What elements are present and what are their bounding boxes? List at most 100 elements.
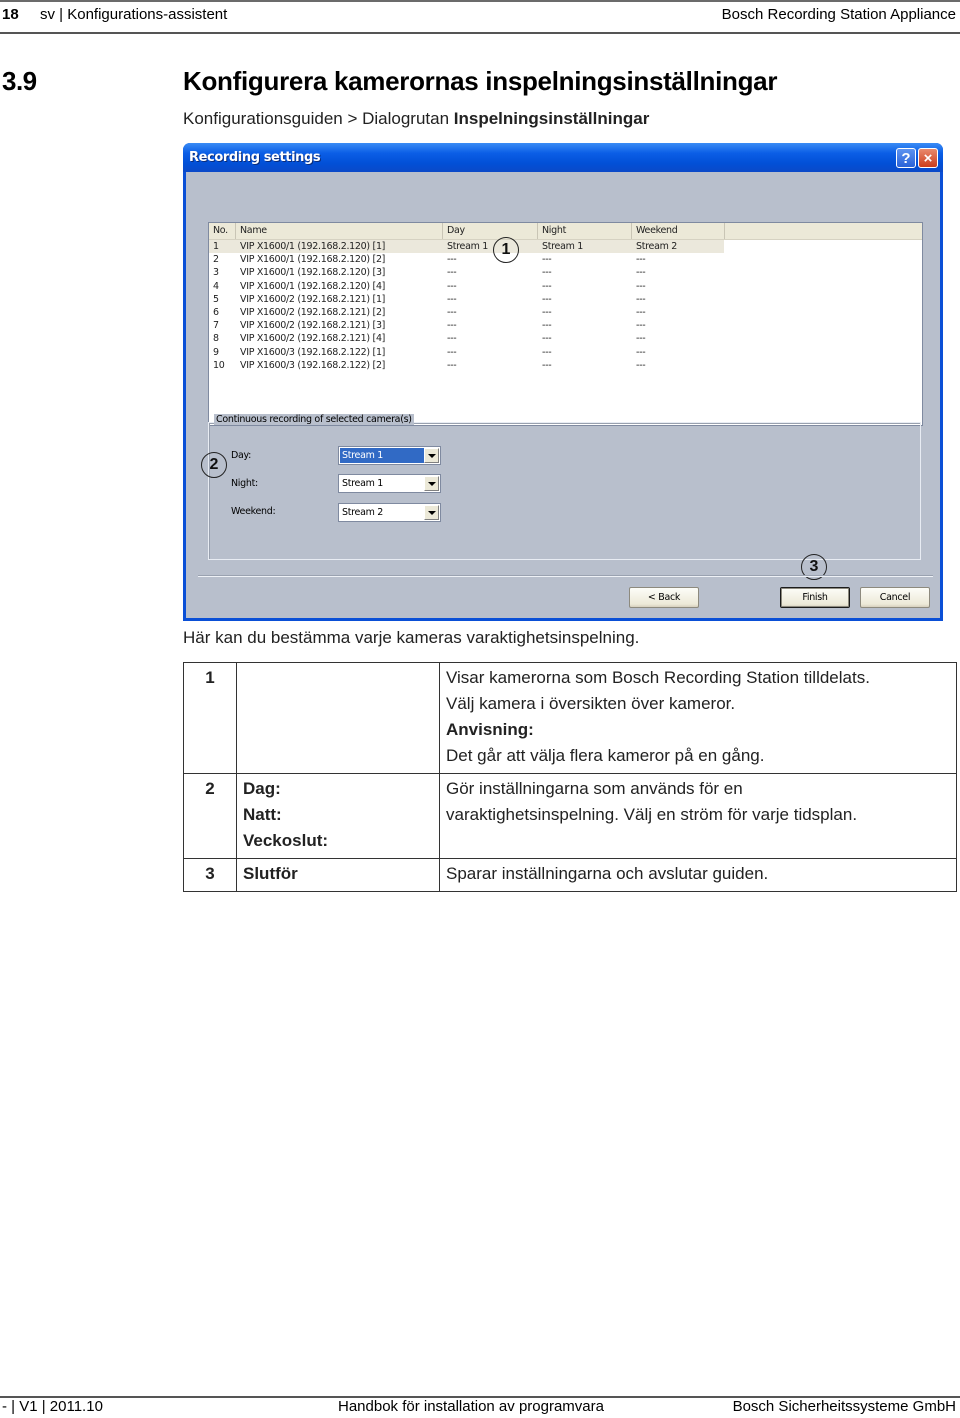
group-legend: Continuous recording of selected camera(…: [214, 414, 414, 425]
cell-day: ---: [447, 254, 457, 266]
cell-name: VIP X1600/2 (192.168.2.121) [3]: [240, 320, 386, 332]
cell-day: ---: [447, 333, 457, 345]
cell-weekend: ---: [636, 307, 646, 318]
cell-night: ---: [542, 267, 552, 279]
column-header-weekend[interactable]: Weekend: [632, 223, 725, 239]
cell-weekend: ---: [636, 333, 646, 345]
chevron-down-icon[interactable]: [424, 476, 439, 491]
list-item[interactable]: 9 VIP X1600/3 (192.168.2.122) [1] --- --- --…: [209, 346, 922, 359]
dialog-title: Recording settings: [189, 150, 321, 165]
chevron-down-icon[interactable]: [424, 505, 439, 520]
cell-weekend: ---: [636, 320, 646, 332]
cell-no: 2: [213, 254, 219, 266]
group-frame: [208, 422, 921, 560]
cell-name: VIP X1600/1 (192.168.2.120) [3]: [240, 267, 386, 279]
row-number: 2: [183, 773, 237, 859]
list-item[interactable]: 3 VIP X1600/1 (192.168.2.120) [3] --- --- --…: [209, 266, 922, 279]
note-text: Det går att välja flera kameror på en gå…: [446, 746, 765, 765]
help-icon: ?: [901, 150, 911, 167]
cell-day: ---: [447, 307, 457, 318]
section-number: 3.9: [2, 66, 37, 96]
day-select[interactable]: Stream 1: [338, 446, 441, 465]
list-item[interactable]: 6 VIP X1600/2 (192.168.2.121) [2] --- --- --…: [209, 306, 922, 319]
list-item[interactable]: 8 VIP X1600/2 (192.168.2.121) [4] --- --- --…: [209, 332, 922, 345]
cell-night: ---: [542, 280, 552, 292]
row-term: Dag: Natt: Veckoslut:: [236, 773, 440, 859]
table-row: 1 Visar kamerorna som Bosch Recording St…: [183, 662, 957, 774]
header-rule-bottom: [0, 32, 960, 34]
cell-name: VIP X1600/1 (192.168.2.120) [2]: [240, 254, 386, 266]
description-line: Gör inställningarna som används för en v…: [446, 779, 858, 824]
column-header-night[interactable]: Night: [538, 223, 632, 239]
list-item[interactable]: 5 VIP X1600/2 (192.168.2.121) [1] --- --- --…: [209, 293, 922, 306]
table-row: 3 Slutför Sparar inställningarna och avs…: [183, 858, 957, 892]
cell-day: ---: [447, 293, 457, 305]
cell-weekend: ---: [636, 359, 646, 371]
cell-name: VIP X1600/3 (192.168.2.122) [1]: [240, 346, 386, 358]
finish-button[interactable]: Finish: [780, 587, 850, 608]
cell-name: VIP X1600/2 (192.168.2.121) [2]: [240, 307, 386, 318]
cell-weekend: ---: [636, 254, 646, 266]
breadcrumb-prefix: Konfigurationsguiden > Dialogrutan: [183, 109, 454, 128]
cell-no: 7: [213, 320, 219, 332]
column-header-name[interactable]: Name: [236, 223, 443, 239]
chevron-down-icon[interactable]: [424, 448, 439, 463]
cell-day: Stream 1: [447, 241, 489, 252]
list-item[interactable]: 10 VIP X1600/3 (192.168.2.122) [2] --- --- -…: [209, 359, 922, 372]
row-description: Gör inställningarna som används för en v…: [439, 773, 957, 859]
section-title: Konfigurera kamerornas inspelningsinstäl…: [183, 66, 778, 96]
cell-no: 8: [213, 333, 219, 345]
table-row: 2 Dag: Natt: Veckoslut: Gör inställninga…: [183, 773, 957, 859]
cell-night: ---: [542, 333, 552, 345]
breadcrumb: Konfigurationsguiden > Dialogrutan Inspe…: [183, 109, 649, 129]
breadcrumb-current: Inspelningsinställningar: [453, 109, 650, 128]
term-day: Dag:: [243, 779, 281, 798]
list-item[interactable]: 7 VIP X1600/2 (192.168.2.121) [3] --- --- --…: [209, 319, 922, 332]
header-product: Bosch Recording Station Appliance: [721, 6, 956, 23]
cancel-button[interactable]: Cancel: [860, 587, 930, 608]
night-label: Night:: [231, 478, 258, 489]
row-term: [236, 662, 440, 774]
cell-night: ---: [542, 346, 552, 358]
cell-name: VIP X1600/3 (192.168.2.122) [2]: [240, 359, 386, 371]
night-select[interactable]: Stream 1: [338, 474, 441, 493]
header-section: sv | Konfigurations-assistent: [40, 6, 228, 23]
page-number: 18: [2, 6, 19, 23]
term-weekend: Veckoslut:: [243, 831, 329, 850]
cell-no: 4: [213, 280, 219, 292]
row-description: Sparar inställningarna och avslutar guid…: [439, 858, 957, 892]
cell-no: 9: [213, 346, 219, 358]
cell-day: ---: [447, 320, 457, 332]
term-finish: Slutför: [243, 864, 298, 883]
close-button[interactable]: ×: [918, 148, 938, 168]
cell-weekend: ---: [636, 267, 646, 279]
cell-night: ---: [542, 307, 552, 318]
weekend-label: Weekend:: [231, 506, 276, 517]
help-button[interactable]: ?: [896, 148, 916, 168]
callout-1: 1: [493, 237, 519, 263]
back-button[interactable]: < Back: [629, 587, 699, 608]
column-header-no[interactable]: No.: [209, 223, 236, 239]
footer-title: Handbok för installation av programvara: [338, 1398, 604, 1415]
row-number: 1: [183, 662, 237, 774]
cell-name: VIP X1600/2 (192.168.2.121) [4]: [240, 333, 386, 345]
weekend-select[interactable]: Stream 2: [338, 503, 441, 522]
camera-list[interactable]: No. Name Day Night Weekend 1 VIP X1600/1 …: [208, 222, 923, 426]
description-line: Välj kamera i översikten över kameror.: [446, 694, 736, 713]
list-item[interactable]: 4 VIP X1600/1 (192.168.2.120) [4] --- --- --…: [209, 280, 922, 293]
cell-weekend: ---: [636, 293, 646, 305]
cell-night: ---: [542, 293, 552, 305]
cell-day: ---: [447, 280, 457, 292]
button-separator: [198, 575, 933, 577]
column-header-day[interactable]: Day: [443, 223, 538, 239]
cell-night: ---: [542, 359, 552, 371]
cell-no: 5: [213, 293, 219, 305]
list-item[interactable]: 2 VIP X1600/1 (192.168.2.120) [2] --- --- --…: [209, 253, 922, 266]
cell-no: 10: [213, 359, 225, 371]
night-select-value: Stream 1: [342, 478, 384, 489]
list-item[interactable]: 1 VIP X1600/1 (192.168.2.120) [1] Stream 1…: [209, 240, 922, 253]
cell-day: ---: [447, 346, 457, 358]
close-icon: ×: [923, 150, 933, 167]
continuous-recording-group: Continuous recording of selected camera(…: [208, 414, 923, 560]
cell-no: 6: [213, 307, 219, 318]
